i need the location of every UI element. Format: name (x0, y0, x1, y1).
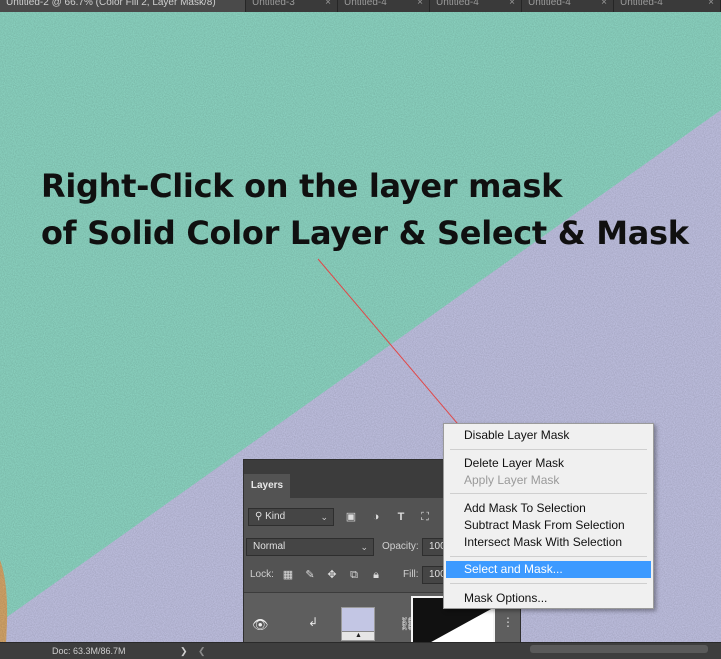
tab-label: Untitled-4 (436, 0, 479, 8)
menu-item-delete-layer-mask[interactable]: Delete Layer Mask (446, 455, 651, 472)
filter-kind-select[interactable]: ⚲ Kind ⌄ (248, 508, 334, 526)
eye-icon[interactable]: 👁︎ (252, 617, 269, 633)
clipping-arrow-icon: ↲ (308, 615, 319, 629)
search-icon: ⚲ (255, 511, 266, 522)
image-icon[interactable]: ▣ (343, 509, 359, 525)
menu-item-subtract-mask-from-selection[interactable]: Subtract Mask From Selection (446, 517, 651, 534)
tutorial-annotation-line2: of Solid Color Layer & Select & Mask (41, 214, 689, 252)
menu-item-mask-options[interactable]: Mask Options... (446, 590, 651, 607)
menu-item-intersect-mask-with-selection[interactable]: Intersect Mask With Selection (446, 534, 651, 551)
lock-all-icon[interactable]: 🔒︎ (368, 567, 384, 583)
filter-kind-value: Kind (265, 511, 286, 522)
blend-mode-select[interactable]: Normal ⌄ (246, 538, 374, 556)
tutorial-annotation-line1: Right-Click on the layer mask (41, 167, 563, 205)
chevron-down-icon: ⌄ (320, 512, 328, 522)
triangle-icon: ▲ (355, 632, 362, 639)
menu-separator (450, 449, 647, 450)
more-icon: ⋮ (502, 615, 514, 629)
document-tab[interactable]: Untitled-4 × (430, 0, 522, 12)
lock-paint-icon[interactable]: ✎ (302, 567, 318, 583)
chevron-right-icon[interactable]: ❯ (180, 644, 188, 658)
lock-label: Lock: (250, 569, 274, 580)
fill-color-thumbnail[interactable]: ▲ (341, 607, 375, 641)
type-icon[interactable]: T (393, 509, 409, 525)
chevron-down-icon: ⌄ (360, 542, 368, 552)
tab-label: Untitled-4 (620, 0, 663, 8)
fill-label: Fill: (403, 569, 419, 580)
close-icon[interactable]: × (417, 0, 423, 8)
close-icon[interactable]: × (509, 0, 515, 8)
layer-mask-context-menu: Disable Layer Mask Delete Layer Mask App… (443, 423, 654, 609)
menu-item-disable-layer-mask[interactable]: Disable Layer Mask (446, 427, 651, 444)
document-tab[interactable]: Untitled-4 × (338, 0, 430, 12)
opacity-label: Opacity: (382, 541, 419, 552)
menu-separator (450, 583, 647, 584)
menu-item-add-mask-to-selection[interactable]: Add Mask To Selection (446, 500, 651, 517)
close-icon[interactable]: × (601, 0, 607, 8)
lock-artboard-icon[interactable]: ⧉ (346, 567, 362, 583)
menu-separator (450, 493, 647, 494)
menu-item-apply-layer-mask: Apply Layer Mask (464, 473, 560, 487)
document-tab-active[interactable]: Untitled-2 @ 66.7% (Color Fill 2, Layer … (0, 0, 246, 12)
blend-mode-value: Normal (253, 541, 286, 552)
close-icon[interactable]: × (708, 0, 714, 8)
document-tab-bar: Untitled-2 @ 66.7% (Color Fill 2, Layer … (0, 0, 721, 12)
tab-layers[interactable]: Layers (244, 474, 290, 498)
menu-separator (450, 556, 647, 557)
tab-label: Untitled-4 (528, 0, 571, 8)
tab-label: Untitled-3 (252, 0, 295, 8)
menu-item-select-and-mask[interactable]: Select and Mask... (446, 561, 651, 578)
doc-size: Doc: 63.3M/86.7M (52, 646, 126, 656)
close-icon[interactable]: × (325, 0, 331, 8)
lock-pixels-icon[interactable]: ▦ (280, 567, 296, 583)
lock-move-icon[interactable]: ✥ (324, 567, 340, 583)
horizontal-scrollbar[interactable] (530, 645, 708, 653)
status-bar: Doc: 63.3M/86.7M ❯ ❮ (0, 642, 721, 659)
tab-label: Untitled-4 (344, 0, 387, 8)
scroll-left-icon[interactable]: ❮ (198, 644, 206, 658)
tab-label: Untitled-2 @ 66.7% (Color Fill 2, Layer … (6, 0, 216, 8)
document-tab[interactable]: Untitled-4 × (522, 0, 614, 12)
document-tab[interactable]: Untitled-4 × (614, 0, 721, 12)
document-tab[interactable]: Untitled-3 × (246, 0, 338, 12)
shape-icon[interactable]: ⛶ (417, 509, 433, 525)
adjustment-icon[interactable]: ◑ (368, 509, 384, 525)
